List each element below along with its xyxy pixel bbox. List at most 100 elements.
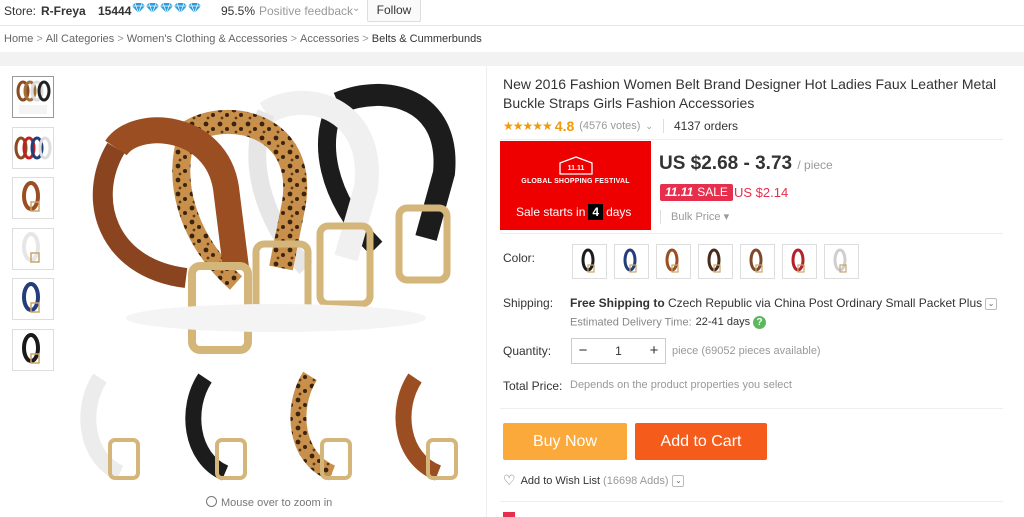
divider (662, 119, 664, 133)
quantity-stepper: − 1 + (571, 338, 666, 364)
zoom-hint: Mouse over to zoom in (206, 496, 332, 509)
belt-swatch-image (833, 248, 847, 273)
add-to-wishlist[interactable]: ♡ Add to Wish List (16698 Adds) ⌄ (503, 472, 685, 489)
sale-label: SALE (697, 185, 728, 199)
chevron-down-icon[interactable]: ⌄ (985, 297, 998, 310)
caret-down-icon[interactable]: ▾ (724, 211, 730, 223)
color-swatch-brown[interactable] (656, 244, 691, 279)
section-divider (0, 52, 1024, 66)
price-unit: / piece (797, 158, 833, 172)
breadcrumb-all-categories[interactable]: All Categories (46, 33, 114, 45)
chevron-down-icon[interactable]: ⌄ (645, 121, 653, 132)
wishlist-label[interactable]: Add to Wish List (521, 475, 600, 487)
delivery-days: 22-41 days (695, 316, 751, 329)
belt-image (14, 136, 52, 160)
add-to-cart-button[interactable]: Add to Cart (635, 423, 767, 460)
color-swatch-coffee[interactable] (740, 244, 775, 279)
rating-row: ★★★★★ 4.8 (4576 votes) ⌄ 4137 orders (503, 118, 738, 134)
gallery-thumbnail[interactable] (12, 76, 54, 118)
gallery-thumbnail[interactable] (12, 127, 54, 169)
breadcrumb-accessories[interactable]: Accessories (300, 33, 359, 45)
total-price-hint: Depends on the product properties you se… (570, 379, 792, 391)
breadcrumb-separator: > (36, 33, 43, 45)
belt-swatch-image (707, 248, 721, 273)
promo-icon (503, 512, 515, 517)
color-swatch-navy[interactable] (614, 244, 649, 279)
shipping-label: Shipping: (503, 296, 554, 310)
delivery-label: Estimated Delivery Time: (570, 316, 692, 329)
sale-days-label: days (606, 205, 632, 219)
zoom-hint-text: Mouse over to zoom in (221, 497, 333, 509)
shopping-festival-banner[interactable]: 11.11 GLOBAL SHOPPING FESTIVAL Sale star… (500, 141, 651, 230)
store-name-link[interactable]: R-Freya (41, 4, 86, 18)
bulk-price-dropdown[interactable]: Bulk Price ▾ (660, 210, 730, 225)
availability-text: piece (69052 pieces available) (672, 345, 821, 357)
belt-image (22, 333, 40, 364)
quantity-input[interactable]: 1 (594, 339, 643, 363)
diamond-icon (160, 2, 173, 14)
festival-logo-text: 11.11 (568, 165, 585, 172)
belt-swatch-image (791, 248, 805, 273)
color-swatch-white[interactable] (824, 244, 859, 279)
color-swatch-dark-brown[interactable] (698, 244, 733, 279)
store-label: Store: (4, 4, 37, 18)
divider (660, 210, 661, 225)
shipping-info[interactable]: Free Shipping to Czech Republic via Chin… (570, 296, 998, 310)
orders-count: 4137 orders (673, 119, 739, 133)
sale-days-count: 4 (588, 204, 604, 220)
quantity-label: Quantity: (503, 344, 552, 358)
belt-swatch-image (623, 248, 637, 273)
chevron-down-icon[interactable]: ⌄ (352, 3, 360, 14)
help-icon[interactable]: ? (753, 316, 767, 329)
divider (500, 408, 1003, 409)
buy-now-button[interactable]: Buy Now (503, 423, 627, 460)
shipping-destination[interactable]: Czech Republic via China Post Ordinary S… (668, 296, 982, 310)
color-swatch-red[interactable] (782, 244, 817, 279)
total-price-label: Total Price: (503, 379, 563, 393)
rating-score: 4.8 (554, 118, 575, 134)
price-value: US $2.68 - 3.73 (659, 153, 793, 174)
product-variants-image (80, 371, 458, 481)
belt-swatch-image (665, 248, 679, 273)
sale-countdown: Sale starts in 4 days (516, 204, 631, 220)
gallery-thumbnail[interactable] (12, 228, 54, 270)
festival-text: GLOBAL SHOPPING FESTIVAL (521, 178, 630, 185)
positive-feedback-dropdown[interactable]: Positive feedback (259, 4, 353, 18)
belt-image (16, 80, 51, 114)
breadcrumb-home[interactable]: Home (4, 33, 33, 45)
color-label: Color: (503, 251, 536, 265)
belt-swatch-image (581, 248, 595, 273)
increment-button[interactable]: + (643, 339, 665, 363)
votes-link[interactable]: (4576 votes) (579, 120, 640, 132)
price-range: US $2.68 - 3.73 / piece (659, 153, 833, 175)
festival-logo-icon: 11.11 (559, 156, 593, 175)
diamond-icon (188, 2, 201, 14)
wishlist-count: (16698 Adds) (603, 474, 669, 487)
decrement-button[interactable]: − (572, 339, 594, 363)
breadcrumb: Home > All Categories > Women's Clothing & A… (4, 33, 482, 45)
chevron-down-icon[interactable]: ⌄ (672, 474, 685, 487)
seller-rank-diamonds (132, 2, 201, 18)
heart-icon[interactable]: ♡ (503, 472, 516, 489)
store-score: 15444 (98, 4, 132, 18)
sale-event-label: 11.11 (665, 185, 694, 199)
divider (500, 501, 1003, 502)
belt-image (22, 282, 40, 313)
product-title: New 2016 Fashion Women Belt Brand Design… (503, 76, 997, 111)
breadcrumb-current[interactable]: Belts & Cummerbunds (372, 33, 482, 45)
color-swatch-black[interactable] (572, 244, 607, 279)
belt-image (22, 181, 40, 212)
breadcrumb-separator: > (290, 33, 297, 45)
follow-button[interactable]: Follow (367, 0, 421, 22)
gallery-thumbnail[interactable] (12, 329, 54, 371)
gallery-thumbnail[interactable] (12, 278, 54, 320)
feedback-percent: 95.5% (221, 4, 256, 18)
breadcrumb-womens-clothing[interactable]: Women's Clothing & Accessories (127, 33, 288, 45)
breadcrumb-separator: > (117, 33, 124, 45)
store-bar: Store: R-Freya 15444 95.5% Positive feed… (0, 0, 1024, 26)
sale-price: US $2.14 (734, 185, 789, 200)
main-product-image[interactable] (76, 78, 476, 368)
gallery-thumbnail[interactable] (12, 177, 54, 219)
bulk-price-label[interactable]: Bulk Price (671, 211, 721, 223)
star-rating-icon: ★★★★★ (503, 119, 553, 133)
